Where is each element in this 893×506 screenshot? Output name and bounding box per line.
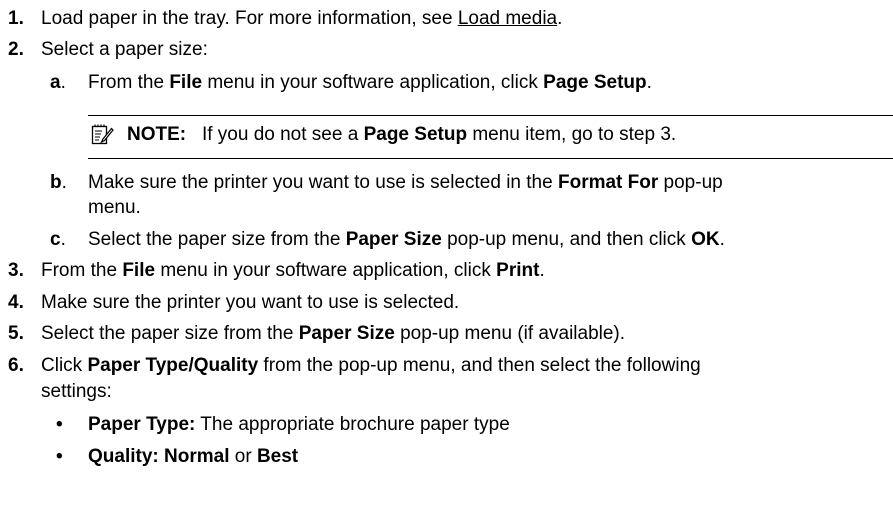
step-number: 4. <box>8 292 24 313</box>
step-text: Select a paper size: <box>41 39 208 60</box>
bullet-icon: • <box>56 414 63 435</box>
substep-text: From the File menu in your software appl… <box>88 72 652 93</box>
note-top-rule <box>88 115 893 116</box>
substep-letter: c. <box>50 229 66 250</box>
bullet-text: Paper Type: The appropriate brochure pap… <box>88 414 510 435</box>
step-text: Load paper in the tray. For more informa… <box>41 8 563 29</box>
note-pencil-icon <box>90 123 114 147</box>
step-text: Make sure the printer you want to use is… <box>41 292 460 313</box>
step-number: 3. <box>8 260 24 281</box>
substep-letter: a. <box>50 72 66 93</box>
note-label: NOTE: <box>127 124 187 145</box>
note-bottom-rule <box>88 158 893 159</box>
step-number: 2. <box>8 39 24 60</box>
step-text: Select the paper size from the Paper Siz… <box>41 323 626 344</box>
substep-text: Make sure the printer you want to use is… <box>88 172 723 193</box>
step-number: 1. <box>8 8 24 29</box>
substep-letter: b. <box>50 172 67 193</box>
step-number: 5. <box>8 323 24 344</box>
note-content: NOTE: If you do not see a Page Setup men… <box>127 124 677 145</box>
bullet-text: Quality: Normal or Best <box>88 446 299 467</box>
substep-text: menu. <box>88 197 141 218</box>
substep-text: Select the paper size from the Paper Siz… <box>88 229 725 250</box>
load-media-link[interactable]: Load media <box>458 8 557 29</box>
step-text: settings: <box>41 381 112 402</box>
step-text: From the File menu in your software appl… <box>41 260 545 281</box>
step-text: Click Paper Type/Quality from the pop-up… <box>41 355 701 376</box>
bullet-icon: • <box>56 446 63 467</box>
step-number: 6. <box>8 355 24 376</box>
